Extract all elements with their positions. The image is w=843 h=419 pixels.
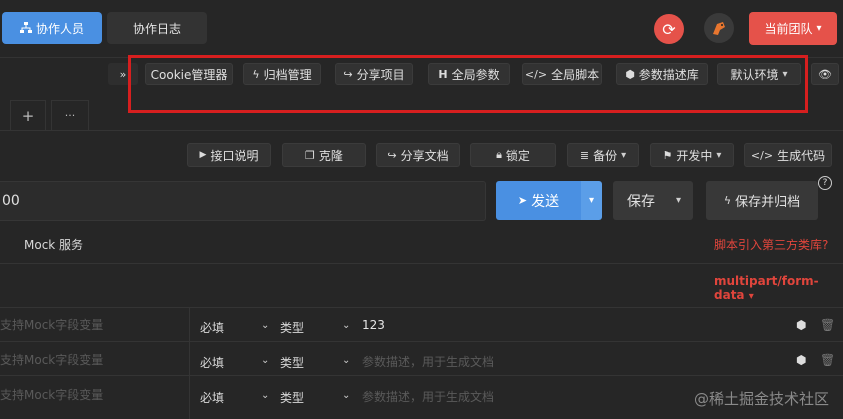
- add-tab-label: +: [21, 106, 35, 125]
- eye-icon: 👁: [818, 67, 832, 81]
- copy-icon: ❐: [305, 148, 315, 162]
- code-icon: </>: [750, 148, 774, 162]
- param-name-input[interactable]: 支持Mock字段变量: [0, 386, 103, 403]
- param-name-input[interactable]: 支持Mock字段变量: [0, 316, 103, 333]
- add-tab-button[interactable]: +: [10, 100, 46, 130]
- current-team-label: 当前团队: [764, 22, 813, 36]
- cube-icon[interactable]: ⬢: [796, 353, 806, 367]
- caret-down-icon: ▾: [816, 23, 822, 34]
- caret-down-icon: ▾: [716, 149, 722, 161]
- flag-icon: ⚑: [662, 148, 673, 162]
- toggle-visibility-button[interactable]: 👁: [811, 63, 839, 85]
- play-icon: ▶: [199, 150, 207, 160]
- send-label: 发送: [531, 193, 560, 210]
- highlight-box: [128, 55, 808, 113]
- lock-label: 锁定: [505, 148, 530, 163]
- param-desc-input[interactable]: 参数描述，用于生成文档: [362, 353, 494, 370]
- required-value: 必填: [200, 391, 225, 405]
- api-doc-label: 接口说明: [210, 148, 259, 163]
- avatar[interactable]: [704, 13, 734, 43]
- type-value: 类型: [280, 391, 305, 405]
- more-tabs-button[interactable]: ···: [51, 100, 89, 130]
- content-type-label: multipart/form-data: [714, 274, 819, 302]
- clone-label: 克隆: [318, 148, 343, 163]
- share-doc-button[interactable]: ↪ 分享文档: [376, 143, 460, 167]
- api-doc-button[interactable]: ▶ 接口说明: [187, 143, 271, 167]
- status-dropdown[interactable]: ⚑ 开发中 ▾: [650, 143, 734, 167]
- type-select[interactable]: 类型: [280, 319, 304, 336]
- more-tabs-label: ···: [64, 109, 76, 122]
- backup-dropdown[interactable]: ≣ 备份 ▾: [567, 143, 639, 167]
- caret-down-icon: ▾: [675, 195, 681, 206]
- help-icon[interactable]: ?: [818, 176, 832, 190]
- chevron-down-icon: ⌄: [261, 355, 270, 366]
- sync-icon: ⟳: [662, 19, 676, 39]
- trash-icon[interactable]: 🗑︎: [820, 353, 835, 367]
- mock-service-label[interactable]: Mock 服务: [24, 236, 83, 253]
- script-third-party-link[interactable]: 脚本引入第三方类库?: [714, 236, 828, 253]
- gen-code-button[interactable]: </> 生成代码: [744, 143, 832, 167]
- type-value: 类型: [280, 321, 305, 335]
- watermark: @稀土掘金技术社区: [693, 390, 829, 408]
- param-name-input[interactable]: 支持Mock字段变量: [0, 351, 103, 368]
- required-select[interactable]: 必填: [200, 354, 224, 371]
- current-team-dropdown[interactable]: 当前团队 ▾: [749, 12, 837, 45]
- chevron-down-icon: ⌄: [342, 355, 351, 366]
- sync-button[interactable]: ⟳: [654, 14, 684, 44]
- divider: [0, 130, 843, 131]
- double-chevron-right-icon: »: [119, 67, 127, 81]
- required-select[interactable]: 必填: [200, 319, 224, 336]
- tab-collab-log-label: 协作日志: [132, 21, 181, 36]
- trash-icon[interactable]: 🗑︎: [820, 318, 835, 332]
- paper-plane-icon: ➤: [517, 194, 528, 207]
- save-and-archive-button[interactable]: ϟ 保存并归档: [706, 181, 818, 220]
- cube-icon[interactable]: ⬢: [796, 318, 806, 332]
- required-select[interactable]: 必填: [200, 389, 224, 406]
- database-icon: ≣: [579, 148, 590, 162]
- column-divider: [189, 307, 190, 419]
- share-doc-label: 分享文档: [400, 148, 449, 163]
- caret-down-icon: ▾: [748, 291, 754, 302]
- url-input-value: 00: [2, 193, 20, 209]
- required-value: 必填: [200, 321, 225, 335]
- divider: [0, 375, 843, 376]
- divider: [0, 307, 843, 308]
- divider: [0, 263, 843, 264]
- clone-button[interactable]: ❐ 克隆: [282, 143, 366, 167]
- status-label: 开发中: [676, 148, 713, 163]
- send-button[interactable]: ➤ 发送: [496, 181, 581, 220]
- url-input[interactable]: 00: [0, 181, 486, 221]
- share-icon: ↪: [387, 148, 397, 162]
- type-select[interactable]: 类型: [280, 354, 304, 371]
- chevron-down-icon: ⌄: [261, 320, 270, 331]
- lock-button[interactable]: 🔒︎ 锁定: [470, 143, 556, 167]
- avatar-icon: [713, 22, 725, 35]
- lock-icon: 🔒︎: [496, 148, 502, 161]
- type-select[interactable]: 类型: [280, 389, 304, 406]
- gen-code-label: 生成代码: [777, 148, 826, 163]
- chevron-down-icon: ⌄: [261, 390, 270, 401]
- chevron-down-icon: ⌄: [342, 320, 351, 331]
- content-type-dropdown[interactable]: multipart/form-data ▾: [714, 274, 843, 302]
- param-desc-input[interactable]: 参数描述，用于生成文档: [362, 388, 494, 405]
- tab-collab-log[interactable]: 协作日志: [107, 12, 207, 44]
- backup-label: 备份: [593, 148, 618, 163]
- required-value: 必填: [200, 356, 225, 370]
- sitemap-icon: [19, 22, 32, 34]
- param-desc-input[interactable]: 123: [362, 318, 385, 332]
- caret-down-icon: ▾: [588, 195, 595, 206]
- tab-collaborators-label: 协作人员: [35, 21, 84, 36]
- save-dropdown[interactable]: 保存 ▾: [613, 181, 693, 220]
- save-and-archive-label: 保存并归档: [735, 195, 801, 210]
- send-options-button[interactable]: ▾: [581, 181, 602, 220]
- bolt-icon: ϟ: [723, 194, 732, 207]
- tab-collaborators[interactable]: 协作人员: [2, 12, 102, 44]
- type-value: 类型: [280, 356, 305, 370]
- divider: [0, 341, 843, 342]
- caret-down-icon: ▾: [621, 149, 627, 161]
- chevron-down-icon: ⌄: [342, 390, 351, 401]
- save-label: 保存: [627, 193, 655, 210]
